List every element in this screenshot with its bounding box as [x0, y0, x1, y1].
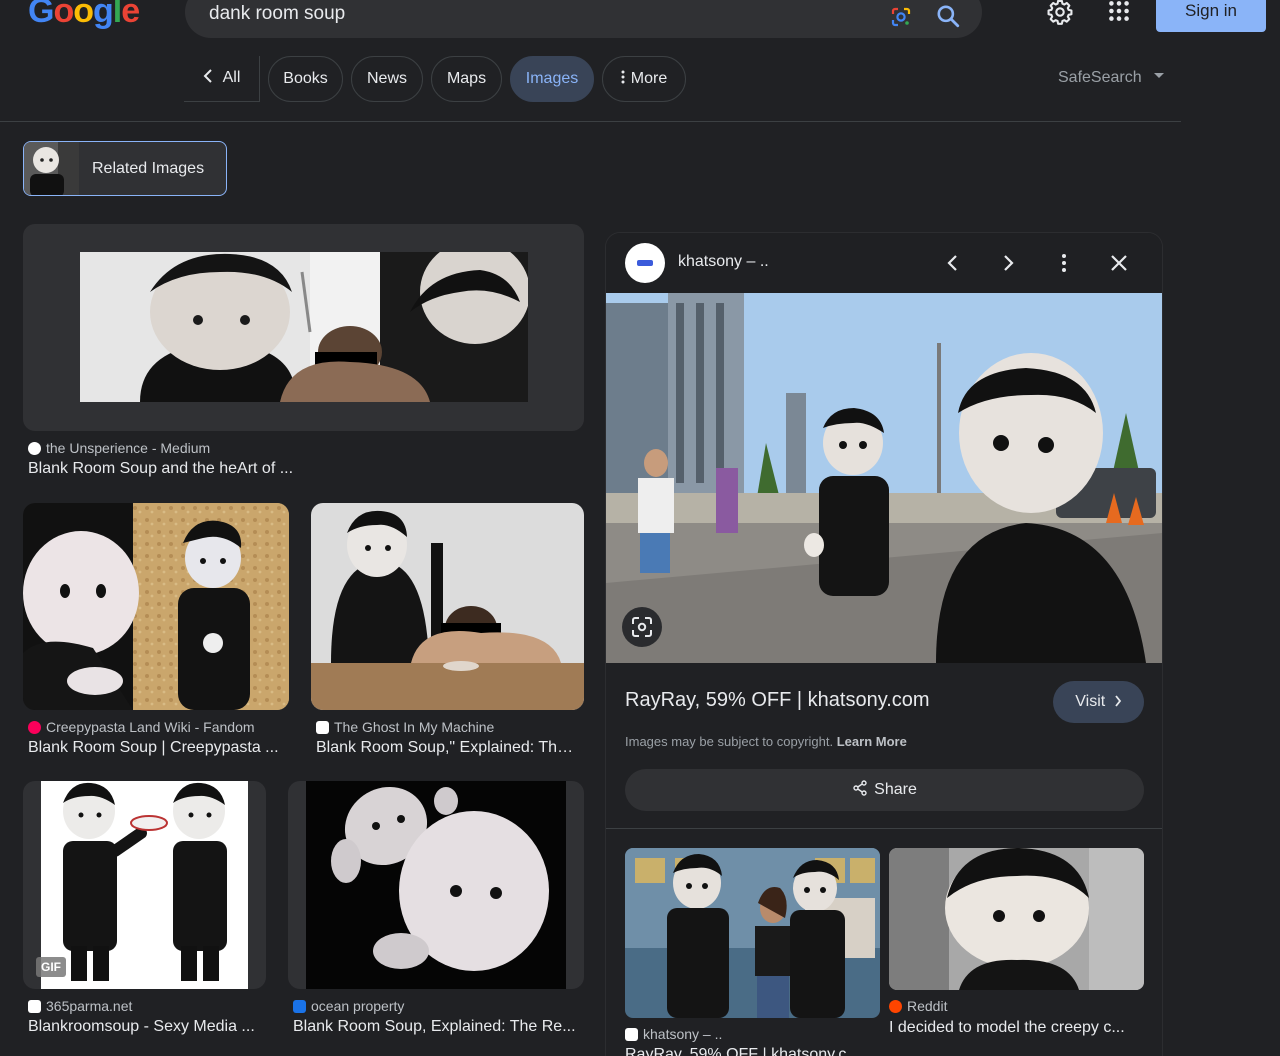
tab-more[interactable]: More	[602, 56, 686, 102]
related-result-source[interactable]: khatsony – ..	[625, 1026, 722, 1042]
chevron-left-icon	[203, 56, 213, 100]
chevron-right-icon	[1114, 681, 1122, 723]
search-icon[interactable]	[935, 3, 961, 29]
related-thumbnail	[24, 142, 79, 195]
search-box[interactable]: dank room soup	[185, 0, 982, 38]
apps-grid-icon[interactable]	[1106, 0, 1132, 24]
share-icon	[852, 769, 868, 811]
image-result-card[interactable]	[311, 503, 584, 710]
tab-news[interactable]: News	[351, 56, 423, 102]
more-vert-icon[interactable]	[1052, 251, 1076, 275]
result-source[interactable]: ocean property	[293, 998, 404, 1014]
visual-search-button[interactable]	[622, 607, 662, 647]
result-title[interactable]: Blank Room Soup | Creepypasta ...	[28, 739, 284, 757]
search-input[interactable]: dank room soup	[209, 3, 345, 25]
chevron-right-icon[interactable]	[996, 251, 1020, 275]
result-title[interactable]: Blank Room Soup, Explained: The Re...	[293, 1018, 579, 1036]
more-vert-icon	[621, 57, 625, 101]
preview-image[interactable]	[606, 293, 1162, 663]
result-image[interactable]	[306, 781, 566, 989]
site-favicon	[293, 1000, 306, 1013]
tab-all[interactable]: All	[184, 56, 260, 102]
visit-button[interactable]: Visit	[1053, 681, 1144, 723]
site-favicon	[625, 1028, 638, 1041]
result-image[interactable]	[23, 503, 289, 710]
learn-more-link[interactable]: Learn More	[837, 734, 907, 749]
result-title[interactable]: Blankroomsoup - Sexy Media ...	[28, 1018, 264, 1036]
image-result-card[interactable]	[23, 503, 289, 710]
result-image[interactable]	[311, 503, 584, 710]
visual-search-icon	[632, 617, 652, 637]
medium-favicon	[28, 442, 41, 455]
result-title[interactable]: Blank Room Soup," Explained: The...	[316, 739, 578, 757]
tab-books[interactable]: Books	[268, 56, 343, 102]
related-result-title[interactable]: I decided to model the creepy c...	[889, 1019, 1144, 1037]
site-favicon	[28, 1000, 41, 1013]
caret-down-icon	[1153, 73, 1164, 79]
google-lens-icon[interactable]	[889, 5, 913, 29]
related-result-image[interactable]	[625, 848, 880, 1018]
preview-header: khatsony – ..	[606, 233, 1162, 293]
related-result-title[interactable]: RayRay, 59% OFF | khatsony.c...	[625, 1046, 880, 1056]
sign-in-button[interactable]: Sign in	[1156, 0, 1266, 32]
related-result-source[interactable]: Reddit	[889, 998, 947, 1014]
ghost-favicon	[316, 721, 329, 734]
image-result-card[interactable]	[23, 224, 584, 431]
result-source[interactable]: the Unsperience - Medium	[28, 440, 210, 456]
gear-icon[interactable]	[1046, 0, 1074, 26]
result-source[interactable]: 365parma.net	[28, 998, 132, 1014]
result-image[interactable]	[41, 781, 248, 989]
tab-images[interactable]: Images	[510, 56, 594, 102]
related-result-image[interactable]	[889, 848, 1144, 990]
related-images-chip[interactable]: Related Images	[23, 141, 227, 196]
image-result-card[interactable]	[288, 781, 584, 989]
result-image[interactable]	[80, 252, 528, 402]
share-button[interactable]: Share	[625, 769, 1144, 811]
result-source[interactable]: Creepypasta Land Wiki - Fandom	[28, 719, 255, 735]
chevron-left-icon[interactable]	[941, 251, 965, 275]
close-icon[interactable]	[1107, 251, 1131, 275]
reddit-favicon	[889, 1000, 902, 1013]
gif-badge: GIF	[36, 957, 66, 977]
google-logo[interactable]: Google	[28, 0, 140, 31]
result-source[interactable]: The Ghost In My Machine	[316, 719, 494, 735]
result-title[interactable]: Blank Room Soup and the heArt of ...	[28, 460, 578, 478]
preview-source[interactable]: khatsony – ..	[678, 253, 769, 271]
image-preview-panel: khatsony – .. RayRay, 59% OFF | khatsony…	[606, 233, 1162, 1056]
preview-title[interactable]: RayRay, 59% OFF | khatsony.com	[625, 689, 930, 712]
tab-maps[interactable]: Maps	[431, 56, 502, 102]
safesearch-dropdown[interactable]: SafeSearch	[1058, 69, 1164, 87]
fandom-favicon	[28, 721, 41, 734]
copyright-notice: Images may be subject to copyright. Lear…	[625, 734, 907, 749]
header-divider	[0, 121, 1181, 122]
related-images-label: Related Images	[92, 160, 205, 177]
panel-divider	[606, 828, 1162, 829]
source-logo[interactable]	[625, 243, 665, 283]
